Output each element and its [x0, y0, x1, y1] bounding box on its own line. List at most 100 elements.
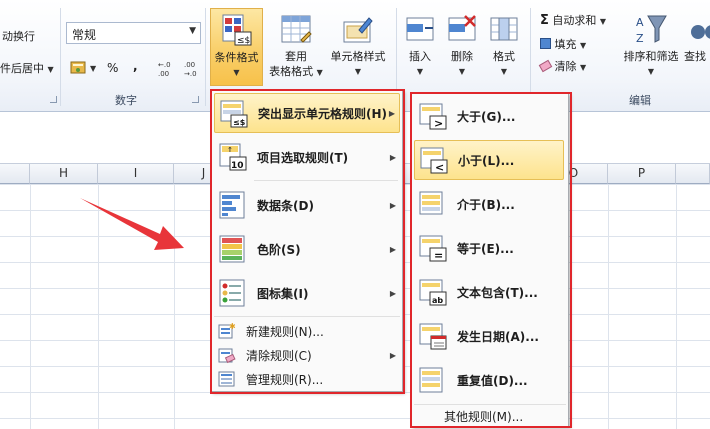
submenu-item-more-rules[interactable]: 其他规则(M)... [414, 404, 566, 428]
menu-item-manage-rules[interactable]: 管理规则(R)... [214, 367, 400, 391]
column-header-h[interactable]: H [30, 164, 98, 184]
chevron-down-icon: ▼ [233, 68, 240, 77]
percent-style-button[interactable]: % [107, 58, 118, 78]
menu-item-top-bottom-rules[interactable]: ↑ 10 项目选取规则(T) ▶ [214, 137, 400, 177]
column-header-i[interactable]: I [98, 164, 174, 184]
submenu-arrow-icon: ▶ [389, 152, 396, 162]
menu-label: 大于(G)... [457, 109, 516, 124]
cell-styles-button[interactable]: 单元格样式 ▼ [326, 8, 390, 79]
chevron-down-icon: ▼ [47, 65, 54, 74]
table-format-icon [281, 15, 312, 43]
chevron-down-icon: ▼ [189, 26, 196, 36]
insert-label: 插入 [409, 50, 431, 63]
column-label-h: H [58, 166, 69, 180]
grid-line [676, 184, 677, 429]
chevron-down-icon: ▼ [90, 63, 97, 73]
merge-center-button[interactable]: 件后居中 ▼ [0, 60, 54, 76]
chevron-down-icon: ▼ [599, 17, 607, 26]
autosum-button[interactable]: Σ 自动求和 ▼ [540, 12, 606, 28]
submenu-item-equal-to[interactable]: = 等于(E)... [414, 228, 566, 268]
submenu-item-between[interactable]: 介于(B)... [414, 184, 566, 224]
menu-label: 发生日期(A)... [457, 329, 539, 344]
comma-style-button[interactable]: , [133, 56, 138, 76]
column-label-i: I [133, 166, 138, 180]
menu-label: 小于(L)... [458, 153, 515, 168]
conditional-format-icon: ≤$ [222, 14, 251, 46]
svg-text:↑: ↑ [227, 146, 233, 154]
svg-text:=: = [434, 249, 443, 262]
menu-item-highlight-rules[interactable]: ≤$ 突出显示单元格规则(H) ▶ [214, 93, 400, 133]
delete-label: 删除 [451, 50, 473, 63]
date-occurring-icon [419, 323, 447, 350]
number-format-value: 常规 [72, 28, 97, 42]
conditional-format-label: 条件格式 [214, 51, 259, 64]
binoculars-icon [691, 25, 710, 39]
chevron-down-icon: ▼ [500, 67, 508, 76]
menu-item-icon-sets[interactable]: 图标集(I) ▶ [214, 273, 400, 313]
submenu-item-text-contains[interactable]: ab 文本包含(T)... [414, 272, 566, 312]
menu-label: 突出显示单元格规则(H) [258, 106, 388, 121]
svg-text:<: < [435, 161, 444, 174]
menu-label: 等于(E)... [457, 241, 514, 256]
comma-icon: , [133, 59, 138, 73]
wrap-text-button[interactable]: 动换行 [2, 28, 35, 44]
menu-item-new-rule[interactable]: ✱ 新建规则(N)... [214, 319, 400, 343]
menu-item-data-bars[interactable]: 数据条(D) ▶ [214, 185, 400, 225]
fill-button[interactable]: 填充 ▼ [540, 36, 586, 52]
conditional-format-button[interactable]: ≤$ 条件格式 ▼ [210, 8, 263, 86]
svg-text:ab: ab [432, 296, 443, 305]
clear-button[interactable]: 清除 ▼ [538, 58, 586, 74]
chevron-down-icon: ▼ [316, 68, 323, 77]
format-cells-icon [490, 17, 518, 41]
chevron-down-icon: ▼ [416, 67, 424, 76]
svg-text:.00: .00 [184, 61, 195, 69]
menu-label: 其他规则(M)... [444, 409, 524, 424]
delete-cells-icon [448, 15, 476, 41]
column-header-p[interactable]: P [608, 164, 676, 184]
number-format-select[interactable]: 常规 ▼ [66, 22, 201, 44]
svg-text:→.0: →.0 [184, 70, 197, 77]
submenu-item-less-than[interactable]: < 小于(L)... [414, 140, 564, 180]
chevron-down-icon: ▼ [580, 41, 587, 50]
chevron-down-icon: ▼ [458, 67, 466, 76]
menu-label: 文本包含(T)... [457, 285, 538, 300]
column-label-p: P [637, 166, 646, 180]
submenu-item-duplicate-values[interactable]: 重复值(D)... [414, 360, 566, 400]
svg-text:✱: ✱ [229, 322, 236, 331]
format-as-table-button[interactable]: 套用 表格格式 ▼ [266, 8, 326, 80]
insert-button[interactable]: 插入 ▼ [402, 8, 438, 79]
column-header-partial [0, 164, 30, 184]
alignment-launcher-icon[interactable] [50, 96, 57, 103]
accounting-format-button[interactable]: ▼ [70, 58, 96, 78]
wrap-text-label: 动换行 [2, 30, 35, 43]
group-separator [530, 8, 531, 106]
delete-button[interactable]: 删除 ▼ [444, 8, 480, 79]
clear-rules-icon [218, 348, 236, 364]
submenu-item-greater-than[interactable]: > 大于(G)... [414, 96, 566, 136]
sort-filter-label: 排序和筛选 [623, 50, 679, 63]
decrease-decimal-button[interactable]: .00 →.0 [184, 58, 204, 78]
decrease-decimal-icon: .00 →.0 [184, 61, 197, 77]
grid-line [30, 184, 31, 429]
menu-label: 管理规则(R)... [246, 372, 324, 387]
eraser-icon [538, 59, 553, 73]
format-label: 格式 [493, 50, 515, 63]
autosum-label: 自动求和 [552, 14, 597, 27]
format-button[interactable]: 格式 ▼ [486, 8, 522, 79]
fill-down-icon [540, 38, 551, 49]
find-select-button[interactable]: 查找 [684, 8, 710, 64]
svg-text:←.0: ←.0 [158, 61, 171, 69]
number-launcher-icon[interactable] [192, 96, 199, 103]
increase-decimal-button[interactable]: ←.0 .00 [158, 58, 178, 78]
menu-item-clear-rules[interactable]: 清除规则(C) ▶ [214, 343, 400, 367]
grid-line [608, 184, 609, 429]
submenu-item-date-occurring[interactable]: 发生日期(A)... [414, 316, 566, 356]
duplicate-values-icon [419, 367, 443, 393]
icon-sets-icon [219, 279, 245, 307]
percent-icon: % [107, 61, 119, 75]
svg-text:A: A [636, 16, 644, 29]
color-scales-icon [219, 235, 245, 263]
menu-item-color-scales[interactable]: 色阶(S) ▶ [214, 229, 400, 269]
sort-filter-button[interactable]: A Z 排序和筛选 ▼ [620, 8, 682, 79]
new-rule-icon: ✱ [218, 322, 236, 339]
